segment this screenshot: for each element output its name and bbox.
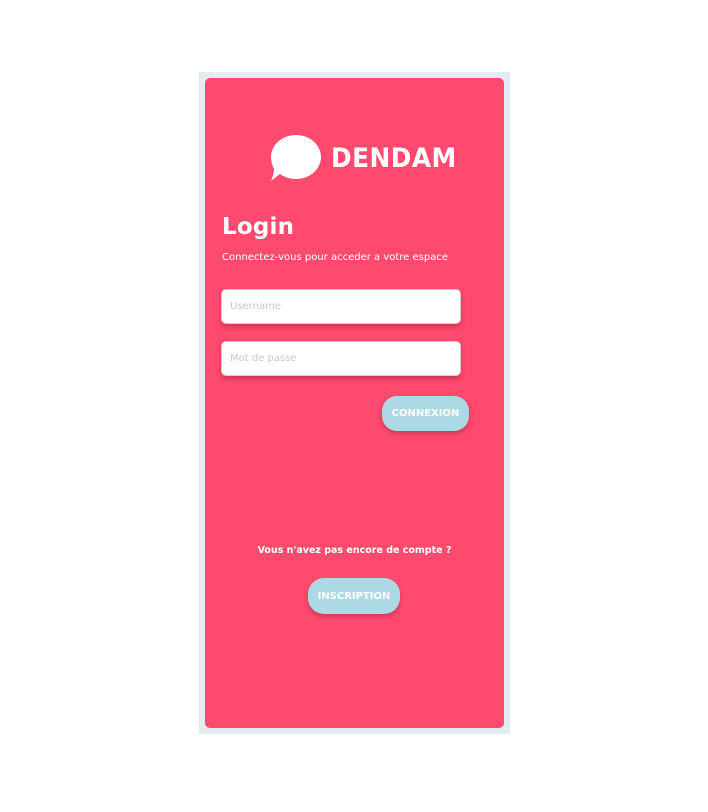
signup-prompt: Vous n'avez pas encore de compte ?: [257, 545, 452, 556]
brand-logo: DENDAM: [269, 132, 459, 184]
page-subtitle: Connectez-vous pour acceder a votre espa…: [222, 252, 448, 263]
brand-name: DENDAM: [331, 142, 457, 174]
login-card: DENDAM Login Connectez-vous pour acceder…: [205, 78, 504, 728]
speech-bubble-icon: [269, 132, 323, 184]
password-input[interactable]: [221, 341, 461, 376]
page-title: Login: [222, 214, 295, 240]
signup-button[interactable]: INSCRIPTION: [308, 578, 400, 614]
username-input[interactable]: [221, 289, 461, 324]
login-button[interactable]: CONNEXION: [382, 396, 469, 431]
